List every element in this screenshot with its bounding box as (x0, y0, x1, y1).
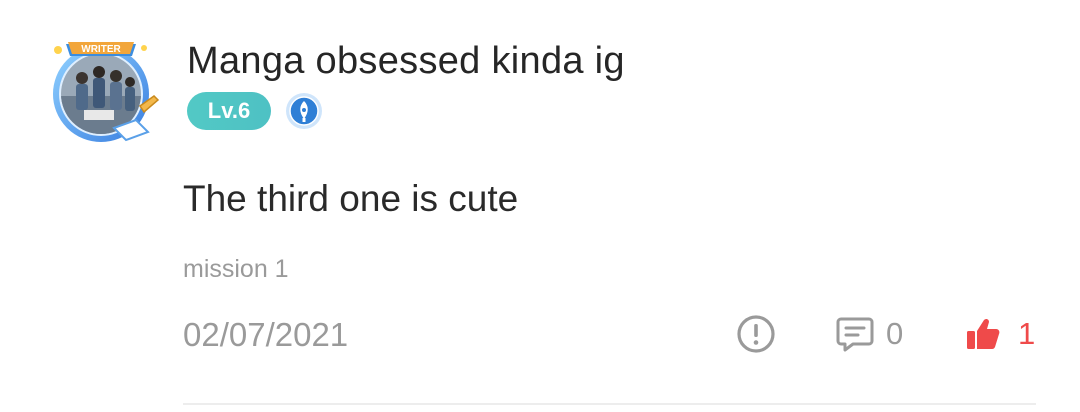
avatar-image: WRITER (53, 42, 160, 142)
thumbs-up-icon (967, 318, 1000, 349)
author-name[interactable]: Manga obsessed kinda ig (187, 40, 625, 83)
comment-tag[interactable]: mission 1 (183, 255, 289, 284)
author-badges: Lv.6 (187, 92, 323, 130)
like-count: 1 (1018, 316, 1036, 351)
comment-item: WRITER Manga obsessed kinda ig Lv.6 The … (0, 0, 1080, 412)
quill-pen-badge-icon[interactable] (285, 92, 323, 130)
comment-body: The third one is cute (183, 178, 519, 219)
reply-count: 0 (886, 316, 904, 351)
level-badge[interactable]: Lv.6 (187, 92, 271, 130)
comment-date: 02/07/2021 (183, 316, 349, 353)
comment-divider (183, 403, 1036, 405)
avatar-frame-label: WRITER (81, 44, 121, 55)
exclamation-circle-icon (737, 315, 775, 353)
reply-button[interactable]: 0 (836, 312, 903, 356)
like-button[interactable]: 1 (964, 312, 1035, 356)
comment-bubble-icon (836, 317, 874, 352)
user-avatar[interactable]: WRITER (44, 36, 164, 146)
report-button[interactable] (736, 312, 776, 356)
